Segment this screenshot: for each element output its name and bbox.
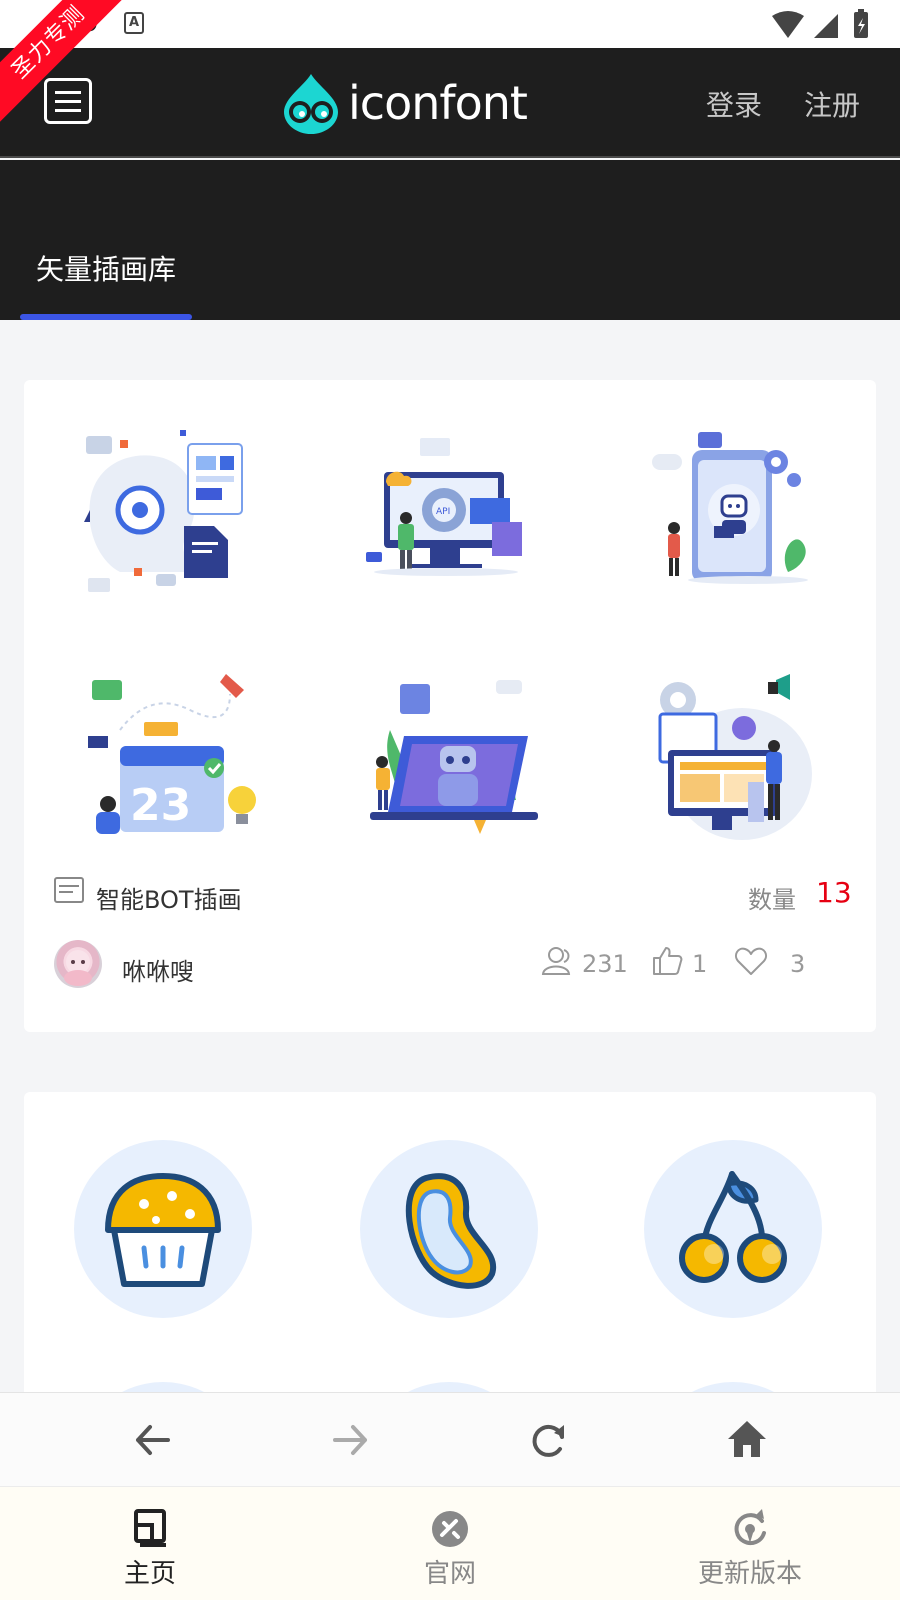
arrow-left-icon[interactable] bbox=[128, 1415, 178, 1465]
followers-count: 231 bbox=[582, 950, 628, 978]
cashew-icon bbox=[405, 1173, 497, 1289]
favorites-count: 3 bbox=[790, 950, 806, 978]
tab-update-version[interactable]: 更新版本 bbox=[650, 1487, 850, 1600]
collection-card[interactable]: API 23 智能BOT插画 数量 13 咻咻嗖 231 1 3 bbox=[24, 380, 876, 1032]
count-label: 数量 bbox=[748, 886, 796, 914]
category-tab-bar: 矢量插画库 bbox=[0, 160, 900, 320]
iconfont-logo[interactable]: iconfont bbox=[280, 72, 530, 136]
register-link[interactable]: 注册 bbox=[804, 84, 860, 124]
count-value: 13 bbox=[816, 876, 852, 909]
avatar-illustration bbox=[64, 950, 92, 986]
likes-count: 1 bbox=[692, 950, 708, 978]
compass-icon bbox=[432, 1511, 468, 1547]
tab-home-label: 主页 bbox=[123, 1559, 176, 1589]
calendar-launch-illustration: 23 bbox=[88, 674, 256, 834]
settings-megaphone-illustration bbox=[658, 674, 812, 840]
browser-nav-bar bbox=[0, 1392, 900, 1486]
ai-head-illustration bbox=[84, 430, 243, 592]
robot-laptop-illustration bbox=[370, 680, 538, 834]
tab-official-site-label: 官网 bbox=[423, 1559, 476, 1589]
logo-text: iconfont bbox=[348, 76, 528, 130]
svg-text:API: API bbox=[436, 507, 450, 517]
muffin-tile bbox=[74, 1140, 252, 1318]
cherry-icon bbox=[679, 1171, 787, 1283]
layout-icon bbox=[134, 1509, 166, 1547]
tab-home[interactable]: 主页 bbox=[50, 1487, 250, 1600]
active-tab-indicator bbox=[20, 314, 192, 320]
cherry-tile bbox=[644, 1140, 822, 1318]
login-link[interactable]: 登录 bbox=[706, 84, 762, 124]
tab-vector-illustrations[interactable]: 矢量插画库 bbox=[36, 248, 176, 288]
bottom-tab-bar: 主页 官网 更新版本 bbox=[0, 1486, 900, 1600]
refresh-icon[interactable] bbox=[524, 1415, 574, 1465]
menu-button[interactable] bbox=[44, 78, 92, 124]
followers-icon bbox=[541, 947, 571, 975]
author-name[interactable]: 咻咻嗖 bbox=[122, 952, 194, 987]
like-thumb-icon[interactable] bbox=[650, 944, 684, 978]
author-avatar[interactable] bbox=[54, 940, 102, 988]
tab-official-site[interactable]: 官网 bbox=[350, 1487, 550, 1600]
cashew-tile bbox=[360, 1140, 538, 1318]
chatbot-phone-illustration bbox=[652, 432, 808, 584]
update-icon bbox=[734, 1509, 766, 1546]
muffin-icon bbox=[105, 1173, 221, 1287]
arrow-right-icon[interactable] bbox=[325, 1415, 375, 1465]
collection-icon bbox=[54, 877, 84, 903]
collection-title[interactable]: 智能BOT插画 bbox=[96, 880, 242, 915]
tab-update-version-label: 更新版本 bbox=[697, 1559, 802, 1589]
api-developer-illustration: API bbox=[366, 438, 522, 576]
home-icon[interactable] bbox=[722, 1415, 772, 1465]
status-bar: 00 A bbox=[0, 0, 900, 48]
signal-battery-icons bbox=[772, 9, 868, 38]
logo-drop-icon bbox=[284, 74, 338, 134]
favorite-heart-icon[interactable] bbox=[734, 944, 768, 978]
svg-text:23: 23 bbox=[130, 780, 191, 831]
notification-a-icon: A bbox=[124, 12, 144, 34]
top-header: iconfont 登录 注册 bbox=[0, 48, 900, 158]
